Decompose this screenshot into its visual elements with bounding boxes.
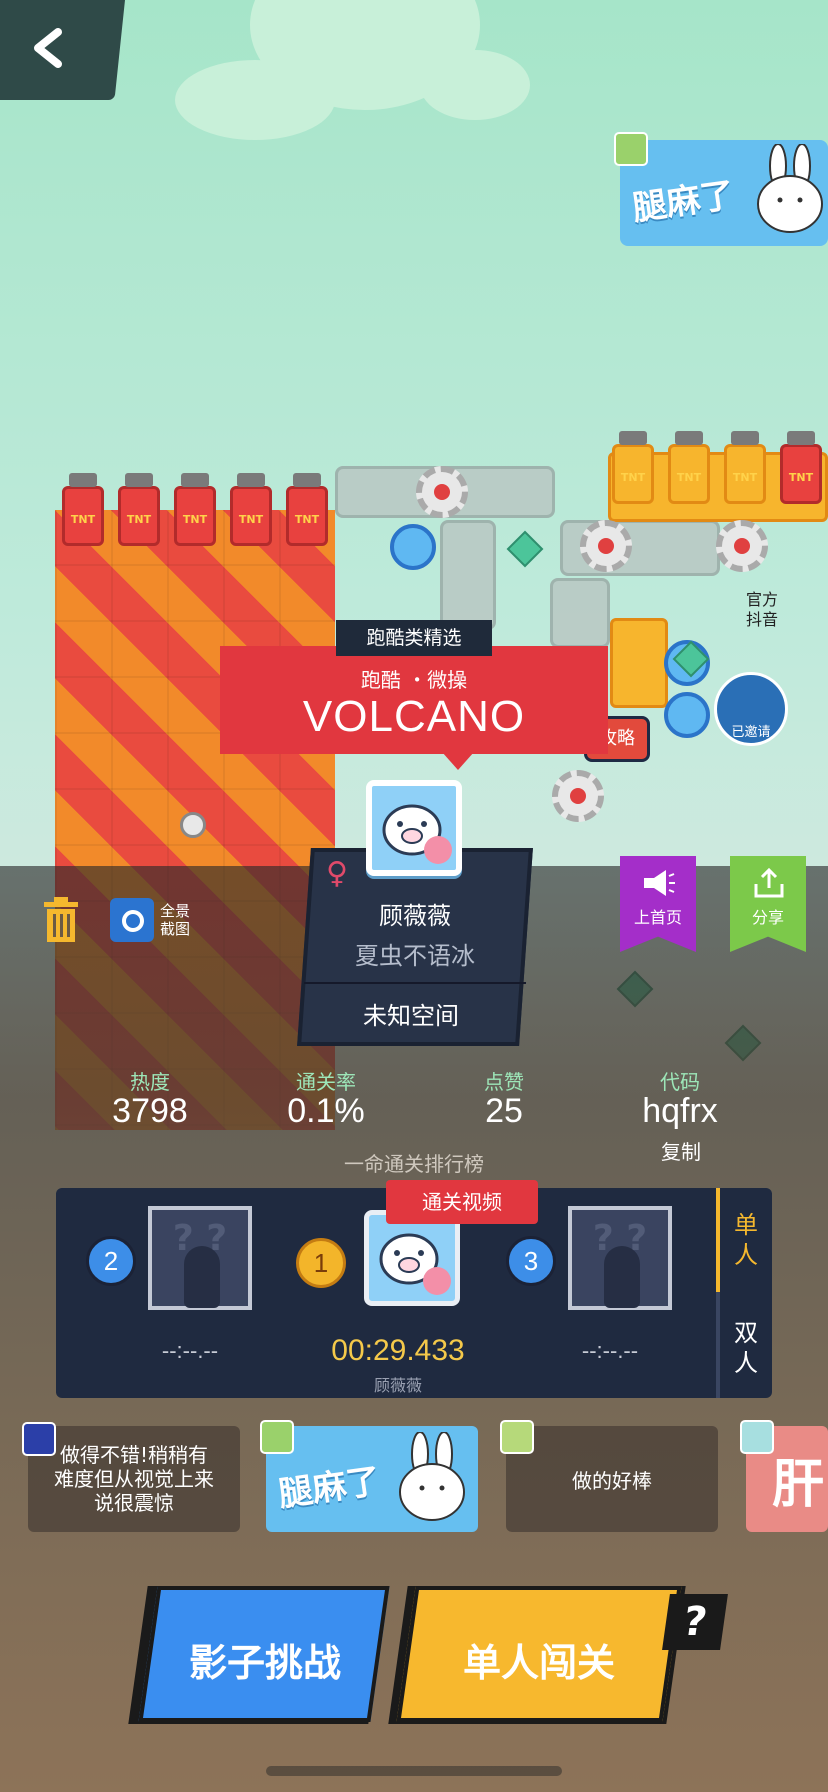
author-world[interactable]: 未知空间	[300, 996, 522, 1031]
bounce-pad	[390, 524, 436, 570]
tnt-block	[668, 431, 710, 504]
trash-icon[interactable]	[40, 896, 82, 944]
gray-block	[440, 520, 496, 630]
tnt-block	[780, 431, 822, 504]
share-label: 分享	[751, 908, 784, 927]
banner-tail	[442, 752, 474, 770]
shadow-challenge-label: 影子挑战	[188, 1641, 341, 1685]
pig-avatar-icon	[379, 1233, 451, 1295]
tnt-block	[62, 473, 104, 546]
feature-home-label: 上首页	[633, 908, 682, 927]
likes-value: 25	[485, 1092, 523, 1130]
comment-sticker[interactable]: 腿麻了	[266, 1426, 478, 1532]
author-avatar[interactable]	[366, 780, 462, 876]
commenter-avatar	[740, 1420, 774, 1454]
gray-token-icon	[180, 812, 206, 838]
code-value: hqfrx	[642, 1092, 718, 1130]
rank-time-2: --:--.--	[161, 1338, 219, 1363]
sticker-top[interactable]: 腿麻了	[620, 140, 828, 246]
screenshot-label[interactable]: 全景截图	[160, 902, 200, 938]
tab-single[interactable]: 单人	[728, 1210, 764, 1270]
commenter-avatar	[22, 1422, 56, 1456]
comment-card[interactable]: 做的好棒	[506, 1426, 718, 1532]
tnt-block	[612, 431, 654, 504]
heat-value: 3798	[112, 1092, 188, 1130]
comment-card[interactable]: 做得不错!稍稍有难度但从视觉上来说很震惊	[28, 1426, 240, 1532]
heat-label: 热度	[130, 1070, 170, 1094]
clear-rate-label: 通关率	[296, 1070, 356, 1094]
gear	[716, 520, 768, 572]
invited-label: 已邀请	[731, 725, 771, 740]
gear	[552, 770, 604, 822]
tab-double[interactable]: 双人	[728, 1318, 764, 1378]
single-play-label: 单人闯关	[462, 1641, 615, 1685]
gem	[506, 530, 544, 568]
clear-video-button[interactable]: 通关视频	[386, 1180, 538, 1224]
rank-badge-2: 2	[86, 1236, 136, 1286]
douyin-badge[interactable]: 官方 抖音	[730, 590, 794, 638]
likes-label: 点赞	[484, 1070, 524, 1094]
clear-rate-value: 0.1%	[287, 1092, 365, 1130]
gear	[580, 520, 632, 572]
leaderboard-title: 一命通关排行榜	[344, 1152, 484, 1176]
author-name: 顾薇薇	[379, 902, 451, 930]
female-icon: ♀	[326, 856, 348, 891]
gear	[416, 466, 468, 518]
tab-active-indicator	[716, 1188, 720, 1292]
bunny-icon	[757, 144, 823, 233]
level-title: VOLCANO	[302, 692, 526, 741]
rank-time-3: --:--.--	[581, 1338, 639, 1363]
rank-avatar-1[interactable]	[364, 1210, 460, 1306]
rank-avatar-3[interactable]	[568, 1206, 672, 1310]
rank-badge-1: 1	[296, 1238, 346, 1288]
tnt-block	[230, 473, 272, 546]
sticker-avatar	[614, 132, 648, 166]
level-tags: 跑酷 ・微操	[360, 668, 468, 692]
invited-badge[interactable]: 已邀请	[714, 672, 788, 746]
pig-avatar-icon	[382, 804, 452, 864]
back-arrow-icon[interactable]	[30, 28, 66, 68]
help-button[interactable]: ?	[662, 1594, 728, 1650]
cloud	[420, 50, 530, 120]
yellow-block	[610, 618, 668, 708]
category-tag: 跑酷类精选	[336, 620, 492, 656]
rank-badge-3: 3	[506, 1236, 556, 1286]
rank-time-1: 00:29.433	[331, 1334, 465, 1367]
bunny-icon	[399, 1432, 465, 1521]
tnt-block	[174, 473, 216, 546]
bounce-pad	[664, 692, 710, 738]
author-card-divider	[303, 982, 527, 984]
tnt-block	[286, 473, 328, 546]
megaphone-icon	[644, 870, 675, 896]
commenter-avatar	[500, 1420, 534, 1454]
author-subtitle: 夏虫不语冰	[355, 942, 475, 970]
rank-avatar-2[interactable]	[148, 1206, 252, 1310]
comment-text: 做得不错!稍稍有难度但从视觉上来说很震惊	[54, 1443, 214, 1515]
home-indicator[interactable]	[266, 1766, 562, 1776]
commenter-avatar	[260, 1420, 294, 1454]
tnt-block	[118, 473, 160, 546]
comment-text: 肝	[772, 1454, 825, 1515]
camera-icon[interactable]	[110, 898, 154, 942]
comment-sticker-text: 腿麻了	[276, 1461, 383, 1515]
copy-code-button[interactable]: 复制	[636, 1136, 726, 1165]
share-icon	[754, 868, 784, 898]
cloud	[175, 60, 335, 140]
comment-text: 做的好棒	[572, 1468, 652, 1493]
sticker-text: 腿麻了	[630, 175, 737, 229]
gray-block	[550, 578, 610, 648]
code-label: 代码	[660, 1070, 700, 1094]
tnt-block	[724, 431, 766, 504]
rank-name-1: 顾薇薇	[373, 1376, 422, 1395]
